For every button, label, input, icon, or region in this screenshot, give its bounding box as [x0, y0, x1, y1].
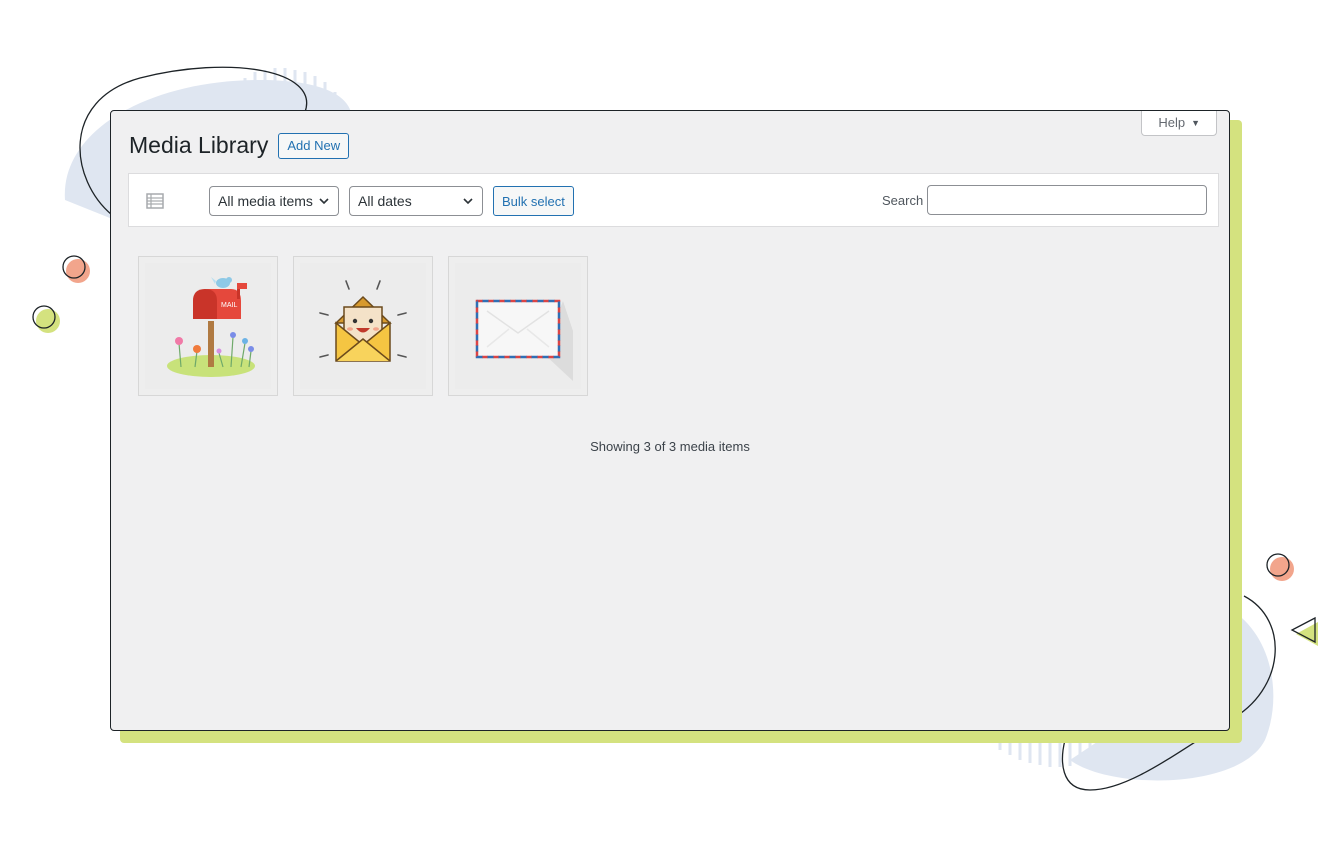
list-view-icon[interactable] [145, 191, 165, 211]
add-new-button[interactable]: Add New [278, 132, 350, 159]
chevron-down-icon [463, 198, 473, 205]
help-label: Help [1158, 115, 1186, 130]
mailbox-illustration-icon: MAIL [167, 277, 255, 377]
page-title: Media Library [129, 132, 269, 158]
media-item-airmail-envelope[interactable] [448, 256, 588, 396]
help-tab[interactable]: Help ▼ [1141, 111, 1217, 136]
bulk-select-button[interactable]: Bulk select [493, 186, 574, 216]
media-count-status: Showing 3 of 3 media items [590, 439, 750, 454]
media-item-happy-envelope[interactable] [293, 256, 433, 396]
caret-down-icon: ▼ [1191, 117, 1200, 128]
media-toolbar: All media items All dates Bulk select Se… [128, 173, 1219, 338]
media-library-window: Help ▼ Media Library Add New All media i… [110, 110, 1230, 731]
svg-text:MAIL: MAIL [221, 302, 237, 309]
date-filter-value: All dates [358, 193, 412, 209]
airmail-envelope-illustration-icon [475, 299, 573, 381]
date-filter[interactable]: All dates [349, 186, 483, 216]
media-grid: MAIL [138, 256, 588, 396]
chevron-down-icon [319, 198, 329, 205]
search-label: Search [882, 193, 924, 208]
title-row: Media Library Add New [129, 131, 350, 161]
media-type-filter[interactable]: All media items [209, 186, 339, 216]
media-type-filter-value: All media items [218, 193, 313, 209]
happy-envelope-illustration-icon [319, 280, 407, 362]
media-item-mailbox[interactable]: MAIL [138, 256, 278, 396]
search-input[interactable] [927, 185, 1207, 215]
